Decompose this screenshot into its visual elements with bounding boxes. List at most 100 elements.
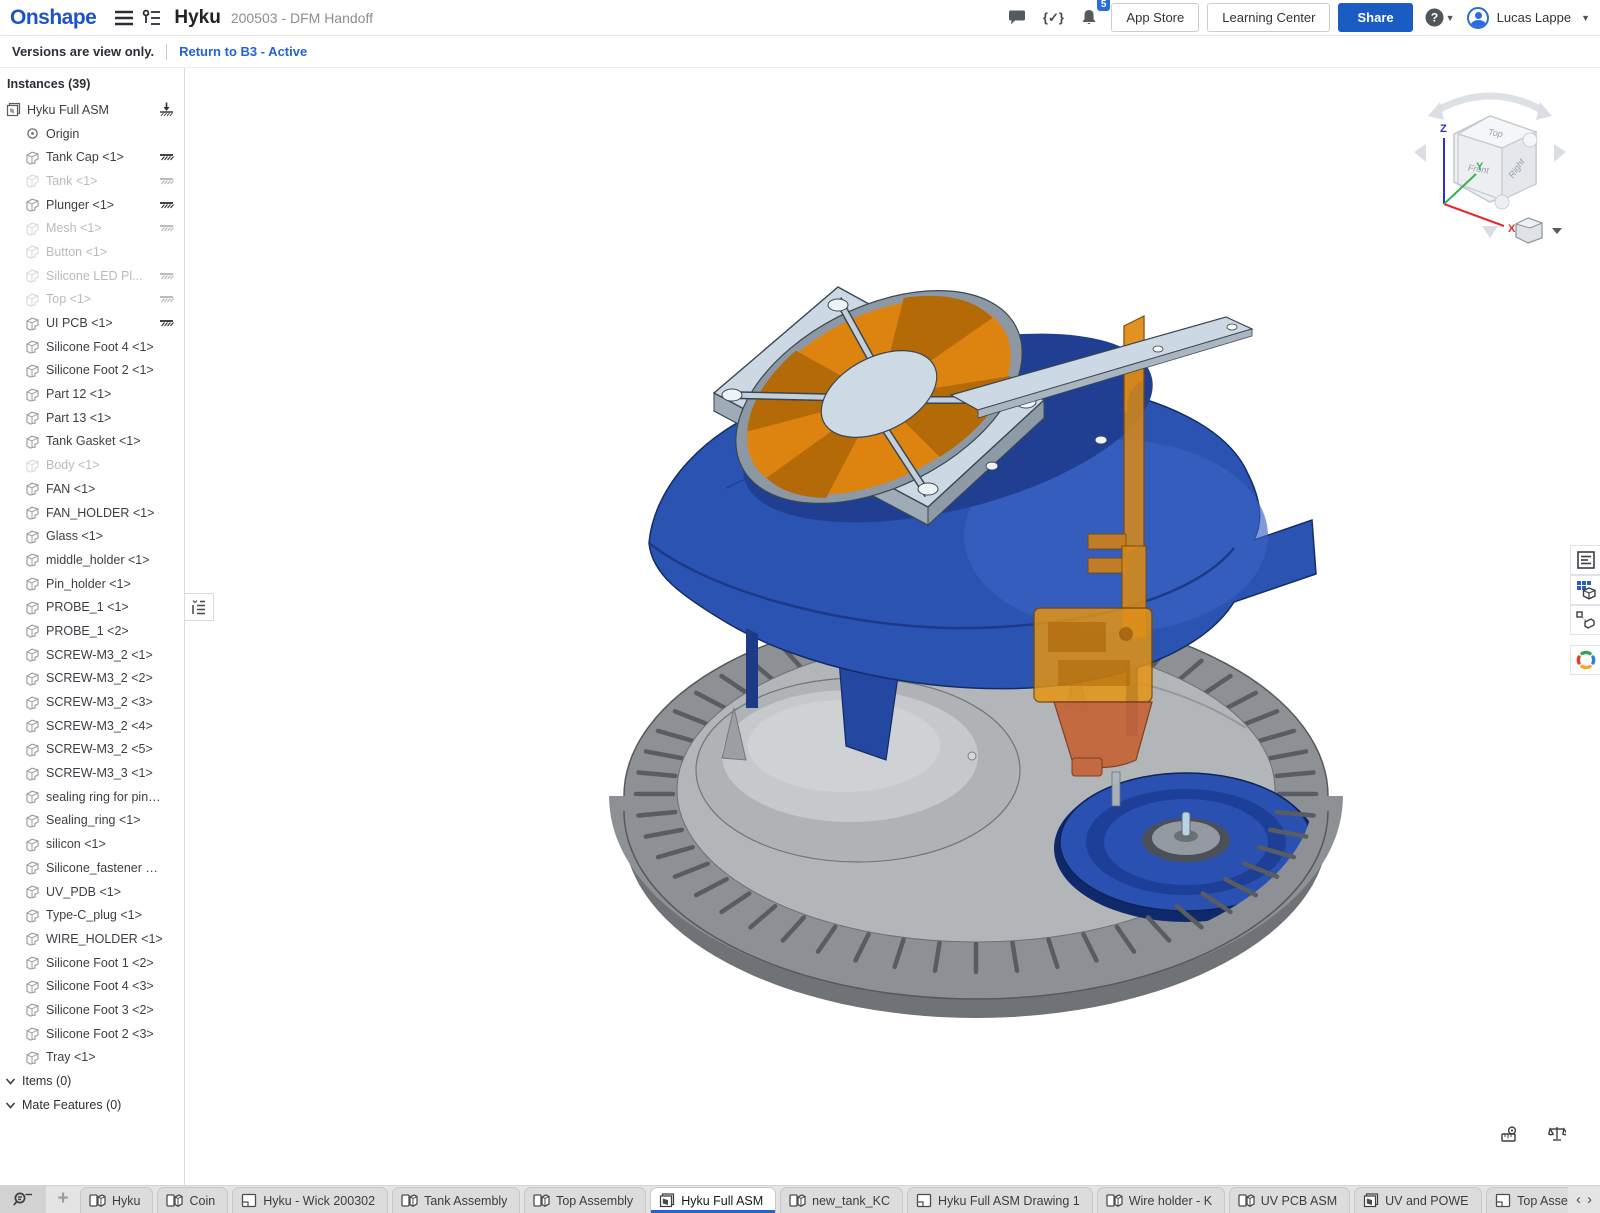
document-tab[interactable]: UV and POWER: [1354, 1187, 1482, 1213]
tree-item[interactable]: Part 12 <1>: [0, 382, 184, 406]
document-tab[interactable]: UV PCB ASM: [1229, 1187, 1350, 1213]
learning-center-button[interactable]: Learning Center: [1207, 3, 1330, 32]
document-tab-active[interactable]: Hyku Full ASM: [650, 1187, 776, 1213]
tree-item-label: Type-C_plug <1>: [46, 908, 142, 922]
tree-item[interactable]: Type-C_plug <1>: [0, 903, 184, 927]
tab-label: Hyku Full ASM Drawing 1: [938, 1194, 1080, 1208]
tree-item[interactable]: SCREW-M3_2 <1>: [0, 643, 184, 667]
version-tree-icon[interactable]: [138, 4, 166, 32]
document-tab[interactable]: Coin: [157, 1187, 228, 1213]
tree-item[interactable]: SCREW-M3_2 <5>: [0, 738, 184, 762]
tree-item[interactable]: UV_PDB <1>: [0, 880, 184, 904]
tree-item[interactable]: Origin: [0, 122, 184, 146]
panel-collapse-handle[interactable]: [185, 593, 214, 621]
part-icon: [24, 505, 40, 521]
tab-label: Hyku: [112, 1194, 140, 1208]
user-name[interactable]: Lucas Lappe: [1497, 10, 1571, 25]
tree-section-mate-features[interactable]: Mate Features (0): [0, 1093, 184, 1117]
tree-item[interactable]: SCREW-M3_3 <1>: [0, 761, 184, 785]
document-tab[interactable]: Top Assembly: [524, 1187, 646, 1213]
tree-item[interactable]: Tank <1>: [0, 169, 184, 193]
notifications-icon[interactable]: 5: [1075, 4, 1103, 32]
user-menu-caret-icon[interactable]: ▼: [1581, 13, 1590, 23]
tree-item[interactable]: Button <1>: [0, 240, 184, 264]
view-cube-body[interactable]: Top Front Right: [1454, 116, 1537, 209]
instances-panel: Instances (39) Hyku Full ASMOriginTank C…: [0, 68, 185, 1185]
tree-item[interactable]: Silicone LED Pl...: [0, 264, 184, 288]
tree-section-items[interactable]: Items (0): [0, 1069, 184, 1093]
tab-scroll-left-icon[interactable]: ‹: [1576, 1191, 1581, 1208]
tree-item[interactable]: Plunger <1>: [0, 193, 184, 217]
main-menu-icon[interactable]: [110, 4, 138, 32]
tree-item[interactable]: FAN_HOLDER <1>: [0, 501, 184, 525]
mass-properties-icon[interactable]: [1546, 1123, 1568, 1145]
tree-item[interactable]: Silicone Foot 2 <3>: [0, 1022, 184, 1046]
tree-item[interactable]: PROBE_1 <1>: [0, 595, 184, 619]
tree-item[interactable]: SCREW-M3_2 <3>: [0, 690, 184, 714]
appearance-panel-button[interactable]: [1570, 645, 1600, 675]
tree-item[interactable]: SCREW-M3_2 <2>: [0, 667, 184, 691]
tree-item[interactable]: Tray <1>: [0, 1046, 184, 1070]
tree-item[interactable]: silicon <1>: [0, 832, 184, 856]
divider: [166, 44, 167, 60]
tree-item[interactable]: UI PCB <1>: [0, 311, 184, 335]
version-notice: Versions are view only.: [12, 44, 154, 59]
add-tab-button[interactable]: +: [46, 1185, 80, 1213]
tree-item-label: PROBE_1 <2>: [46, 624, 129, 638]
comments-icon[interactable]: [1003, 4, 1031, 32]
tree-item-label: Tank <1>: [46, 174, 97, 188]
configuration-panel-button[interactable]: [1570, 605, 1600, 635]
document-tab[interactable]: Tank Assembly: [392, 1187, 520, 1213]
document-tab[interactable]: new_tank_KC: [780, 1187, 903, 1213]
graphics-area[interactable]: Top Front Right Z X Y: [186, 68, 1600, 1185]
tree-item[interactable]: Pin_holder <1>: [0, 572, 184, 596]
fixed-mate-icon: [158, 199, 174, 211]
tree-item[interactable]: Silicone_fastener <1>: [0, 856, 184, 880]
onshape-logo[interactable]: Onshape: [10, 6, 96, 30]
tree-item[interactable]: FAN <1>: [0, 477, 184, 501]
tree-item[interactable]: Body <1>: [0, 453, 184, 477]
tree-item[interactable]: Mesh <1>: [0, 216, 184, 240]
app-store-button[interactable]: App Store: [1111, 3, 1199, 32]
return-to-active-link[interactable]: Return to B3 - Active: [179, 44, 307, 59]
svg-text:Z: Z: [1440, 123, 1447, 135]
part-icon: [24, 291, 40, 307]
tree-item[interactable]: PROBE_1 <2>: [0, 619, 184, 643]
part-icon: [24, 576, 40, 592]
tree-item[interactable]: Silicone Foot 1 <2>: [0, 951, 184, 975]
tree-item[interactable]: Silicone Foot 3 <2>: [0, 998, 184, 1022]
document-tab[interactable]: Hyku Full ASM Drawing 1: [907, 1187, 1093, 1213]
tree-item-label: Silicone Foot 3 <2>: [46, 1003, 154, 1017]
tree-item[interactable]: Hyku Full ASM: [0, 98, 184, 122]
tree-item[interactable]: Tank Gasket <1>: [0, 430, 184, 454]
tree-item[interactable]: SCREW-M3_2 <4>: [0, 714, 184, 738]
view-mode-cube-icon[interactable]: [1516, 218, 1562, 243]
document-tab[interactable]: Hyku - Wick 200302: [232, 1187, 388, 1213]
help-icon[interactable]: ? ▼: [1421, 4, 1459, 32]
tab-label: Top Assembly: [556, 1194, 633, 1208]
feature-list-panel-button[interactable]: [1570, 545, 1600, 575]
tree-item[interactable]: sealing ring for pin <1>: [0, 785, 184, 809]
fixed-mate-icon: [158, 175, 174, 187]
bom-table-panel-button[interactable]: [1570, 575, 1600, 605]
user-avatar[interactable]: [1467, 7, 1489, 29]
tree-item[interactable]: Silicone Foot 2 <1>: [0, 359, 184, 383]
document-tab[interactable]: Wire holder - KC: [1097, 1187, 1225, 1213]
measure-icon[interactable]: [1500, 1123, 1522, 1145]
view-cube[interactable]: Top Front Right Z X Y: [1410, 80, 1570, 245]
tree-item[interactable]: Part 13 <1>: [0, 406, 184, 430]
share-button[interactable]: Share: [1338, 3, 1412, 32]
tree-item[interactable]: Silicone Foot 4 <1>: [0, 335, 184, 359]
tree-item[interactable]: middle_holder <1>: [0, 548, 184, 572]
document-tab[interactable]: Hyku: [80, 1187, 153, 1213]
tree-item[interactable]: Tank Cap <1>: [0, 145, 184, 169]
tree-item[interactable]: Glass <1>: [0, 524, 184, 548]
tree-item[interactable]: WIRE_HOLDER <1>: [0, 927, 184, 951]
feature-script-icon[interactable]: {✓}: [1039, 4, 1067, 32]
document-tab[interactable]: Top Assembly Drawing 1: [1486, 1187, 1568, 1213]
tree-item[interactable]: Silicone Foot 4 <3>: [0, 974, 184, 998]
tree-item[interactable]: Top <1>: [0, 288, 184, 312]
tab-scroll-right-icon[interactable]: ›: [1587, 1191, 1592, 1208]
tree-item[interactable]: Sealing_ring <1>: [0, 809, 184, 833]
tab-search-button[interactable]: [0, 1185, 46, 1213]
